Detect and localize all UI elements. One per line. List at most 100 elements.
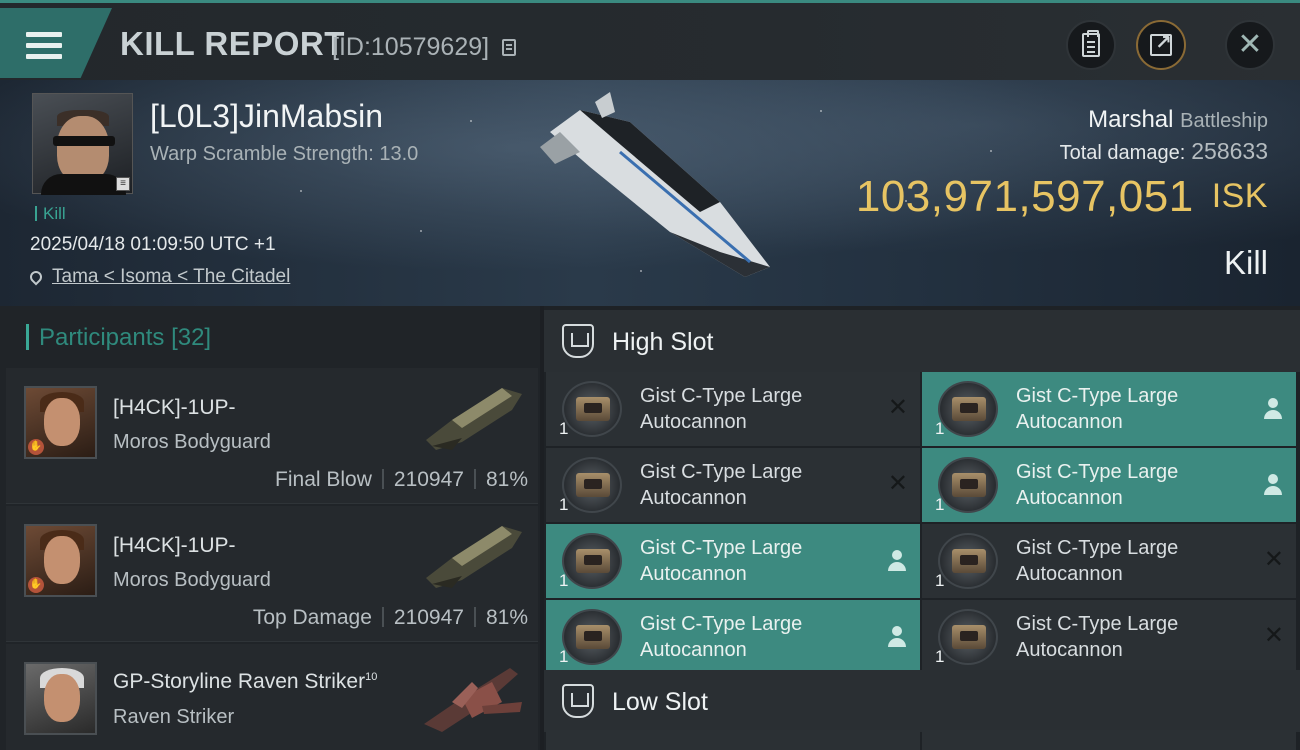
participant-ship: Raven Striker bbox=[113, 706, 235, 728]
participant-card[interactable]: ✋ [H4CK]-1UP- Moros Bodyguard Final Blow… bbox=[6, 368, 538, 504]
participants-count: [32] bbox=[171, 324, 212, 351]
module-name: Gist C-Type Large Autocannon bbox=[640, 613, 803, 661]
module-item[interactable]: 1 Gist C-Type Large Autocannon bbox=[922, 448, 1296, 522]
kill-tag: Kill bbox=[35, 204, 66, 224]
module-name: Gist C-Type Large Autocannon bbox=[1016, 461, 1179, 509]
participant-name: GP-Storyline Raven Striker10 bbox=[113, 670, 377, 694]
participants-panel: Participants [32] ✋ [H4CK]-1UP- Moros Bo… bbox=[0, 306, 540, 750]
autocannon-icon bbox=[562, 457, 622, 513]
module-item[interactable]: 1 Gist C-Type Large Autocannon bbox=[922, 372, 1296, 446]
clipboard-button[interactable] bbox=[1066, 20, 1116, 70]
isk-amount: 103,971,597,051 bbox=[855, 172, 1194, 221]
module-quantity: 1 bbox=[559, 419, 569, 438]
report-id: [ID:10579629] bbox=[332, 33, 490, 61]
module-item[interactable]: 1 Gist C-Type Large Autocannon bbox=[546, 524, 920, 598]
destroyed-icon: ✕ bbox=[1263, 546, 1284, 573]
victim-portrait[interactable]: ≡ bbox=[32, 93, 133, 195]
module-item[interactable]: 1 Gist C-Type Large Autocannon ✕ bbox=[922, 524, 1296, 598]
high-slot-header: High Slot bbox=[544, 310, 1300, 372]
total-damage: Total damage: 258633 bbox=[1060, 138, 1268, 165]
victim-banner: ≡ [L0L3]JinMabsin Warp Scramble Strength… bbox=[0, 80, 1300, 306]
low-slot-header: Low Slot bbox=[544, 670, 1300, 732]
participant-stats: Top Damage 210947 81% bbox=[253, 606, 528, 630]
participant-name: [H4CK]-1UP- bbox=[113, 534, 236, 557]
participant-percent: 81% bbox=[485, 606, 528, 629]
participant-name-text: GP-Storyline Raven Striker bbox=[113, 670, 366, 693]
participant-role: Final Blow bbox=[275, 468, 372, 491]
warp-scramble-strength: Warp Scramble Strength: 13.0 bbox=[150, 143, 419, 165]
autocannon-icon bbox=[938, 609, 998, 665]
kill-result: Kill bbox=[1223, 244, 1268, 281]
autocannon-icon bbox=[562, 533, 622, 589]
module-quantity: 1 bbox=[935, 419, 945, 438]
module-item[interactable]: 1 Gist C-Type Large Autocannon ✕ bbox=[922, 600, 1296, 674]
ship-name[interactable]: Marshal bbox=[1088, 106, 1173, 133]
ship-class: Battleship bbox=[1180, 110, 1268, 132]
participant-ship-image bbox=[426, 526, 522, 588]
isk-value: 103,971,597,051 ISK bbox=[856, 172, 1268, 222]
kill-location[interactable]: Tama < Isoma < The Citadel bbox=[27, 266, 290, 288]
module-quantity: 1 bbox=[935, 647, 945, 666]
isk-unit: ISK bbox=[1211, 177, 1268, 215]
module-item[interactable]: 1 Gist C-Type Large Autocannon ✕ bbox=[546, 372, 920, 446]
module-item[interactable]: 1 Gist C-Type Large Autocannon bbox=[546, 600, 920, 674]
low-slot-label: Low Slot bbox=[612, 688, 708, 716]
high-slot-label: High Slot bbox=[612, 328, 714, 356]
avatar bbox=[24, 662, 97, 735]
autocannon-icon bbox=[562, 609, 622, 665]
share-button[interactable] bbox=[1136, 20, 1186, 70]
avatar: ✋ bbox=[24, 386, 97, 459]
module-quantity: 1 bbox=[559, 571, 569, 590]
low-slot-icon bbox=[562, 684, 594, 718]
close-icon: ✕ bbox=[1237, 28, 1263, 61]
module-name: Gist C-Type Large Autocannon bbox=[640, 385, 803, 433]
victim-pilot-name[interactable]: [L0L3]JinMabsin bbox=[150, 98, 383, 135]
module-name: Gist C-Type Large Autocannon bbox=[1016, 613, 1179, 661]
menu-button[interactable] bbox=[0, 8, 112, 78]
module-item-partial[interactable] bbox=[922, 730, 1296, 750]
module-name: Gist C-Type Large Autocannon bbox=[1016, 385, 1179, 433]
high-slot-icon bbox=[562, 324, 594, 358]
top-bar: KILL REPORT [ID:10579629] ✕ bbox=[0, 0, 1300, 80]
participant-damage: 210947 bbox=[393, 468, 464, 491]
clipboard-icon bbox=[1082, 30, 1100, 57]
copy-icon[interactable] bbox=[502, 39, 516, 56]
person-icon bbox=[1264, 474, 1282, 496]
module-quantity: 1 bbox=[559, 647, 569, 666]
page-title: KILL REPORT bbox=[120, 25, 345, 62]
module-quantity: 1 bbox=[559, 495, 569, 514]
location-link[interactable]: Tama < Isoma < The Citadel bbox=[52, 266, 290, 287]
participant-ship: Moros Bodyguard bbox=[113, 431, 271, 453]
module-quantity: 1 bbox=[935, 495, 945, 514]
avatar: ✋ bbox=[24, 524, 97, 597]
participant-role: Top Damage bbox=[252, 606, 372, 629]
autocannon-icon bbox=[938, 381, 998, 437]
victim-ship-image bbox=[540, 92, 770, 277]
paw-icon: ✋ bbox=[28, 577, 44, 593]
destroyed-icon: ✕ bbox=[887, 470, 908, 497]
total-damage-label: Total damage: bbox=[1059, 142, 1186, 164]
module-item[interactable]: 1 Gist C-Type Large Autocannon ✕ bbox=[546, 448, 920, 522]
menu-icon bbox=[26, 32, 62, 60]
participant-card[interactable]: GP-Storyline Raven Striker10 Raven Strik… bbox=[6, 644, 538, 750]
menu-badge-icon: ≡ bbox=[116, 177, 130, 191]
participant-damage: 210947 bbox=[393, 606, 464, 629]
participant-ship-image bbox=[426, 388, 522, 450]
person-icon bbox=[1264, 398, 1282, 420]
close-button[interactable]: ✕ bbox=[1225, 20, 1275, 70]
kill-timestamp: 2025/04/18 01:09:50 UTC +1 bbox=[30, 234, 276, 255]
participant-card[interactable]: ✋ [H4CK]-1UP- Moros Bodyguard Top Damage… bbox=[6, 506, 538, 642]
person-icon bbox=[888, 550, 906, 572]
module-item-partial[interactable] bbox=[546, 730, 920, 750]
autocannon-icon bbox=[938, 533, 998, 589]
fitting-panel: High Slot 1 Gist C-Type Large Autocannon … bbox=[544, 306, 1300, 750]
participant-percent: 81% bbox=[485, 468, 528, 491]
participant-ship-image bbox=[424, 668, 522, 732]
destroyed-icon: ✕ bbox=[887, 394, 908, 421]
kill-report-screen: KILL REPORT [ID:10579629] ✕ ≡ [L0L3]JinM… bbox=[0, 0, 1300, 750]
person-icon bbox=[888, 626, 906, 648]
total-damage-value: 258633 bbox=[1191, 138, 1268, 164]
autocannon-icon bbox=[562, 381, 622, 437]
participants-header: Participants [32] bbox=[26, 324, 211, 352]
module-quantity: 1 bbox=[935, 571, 945, 590]
